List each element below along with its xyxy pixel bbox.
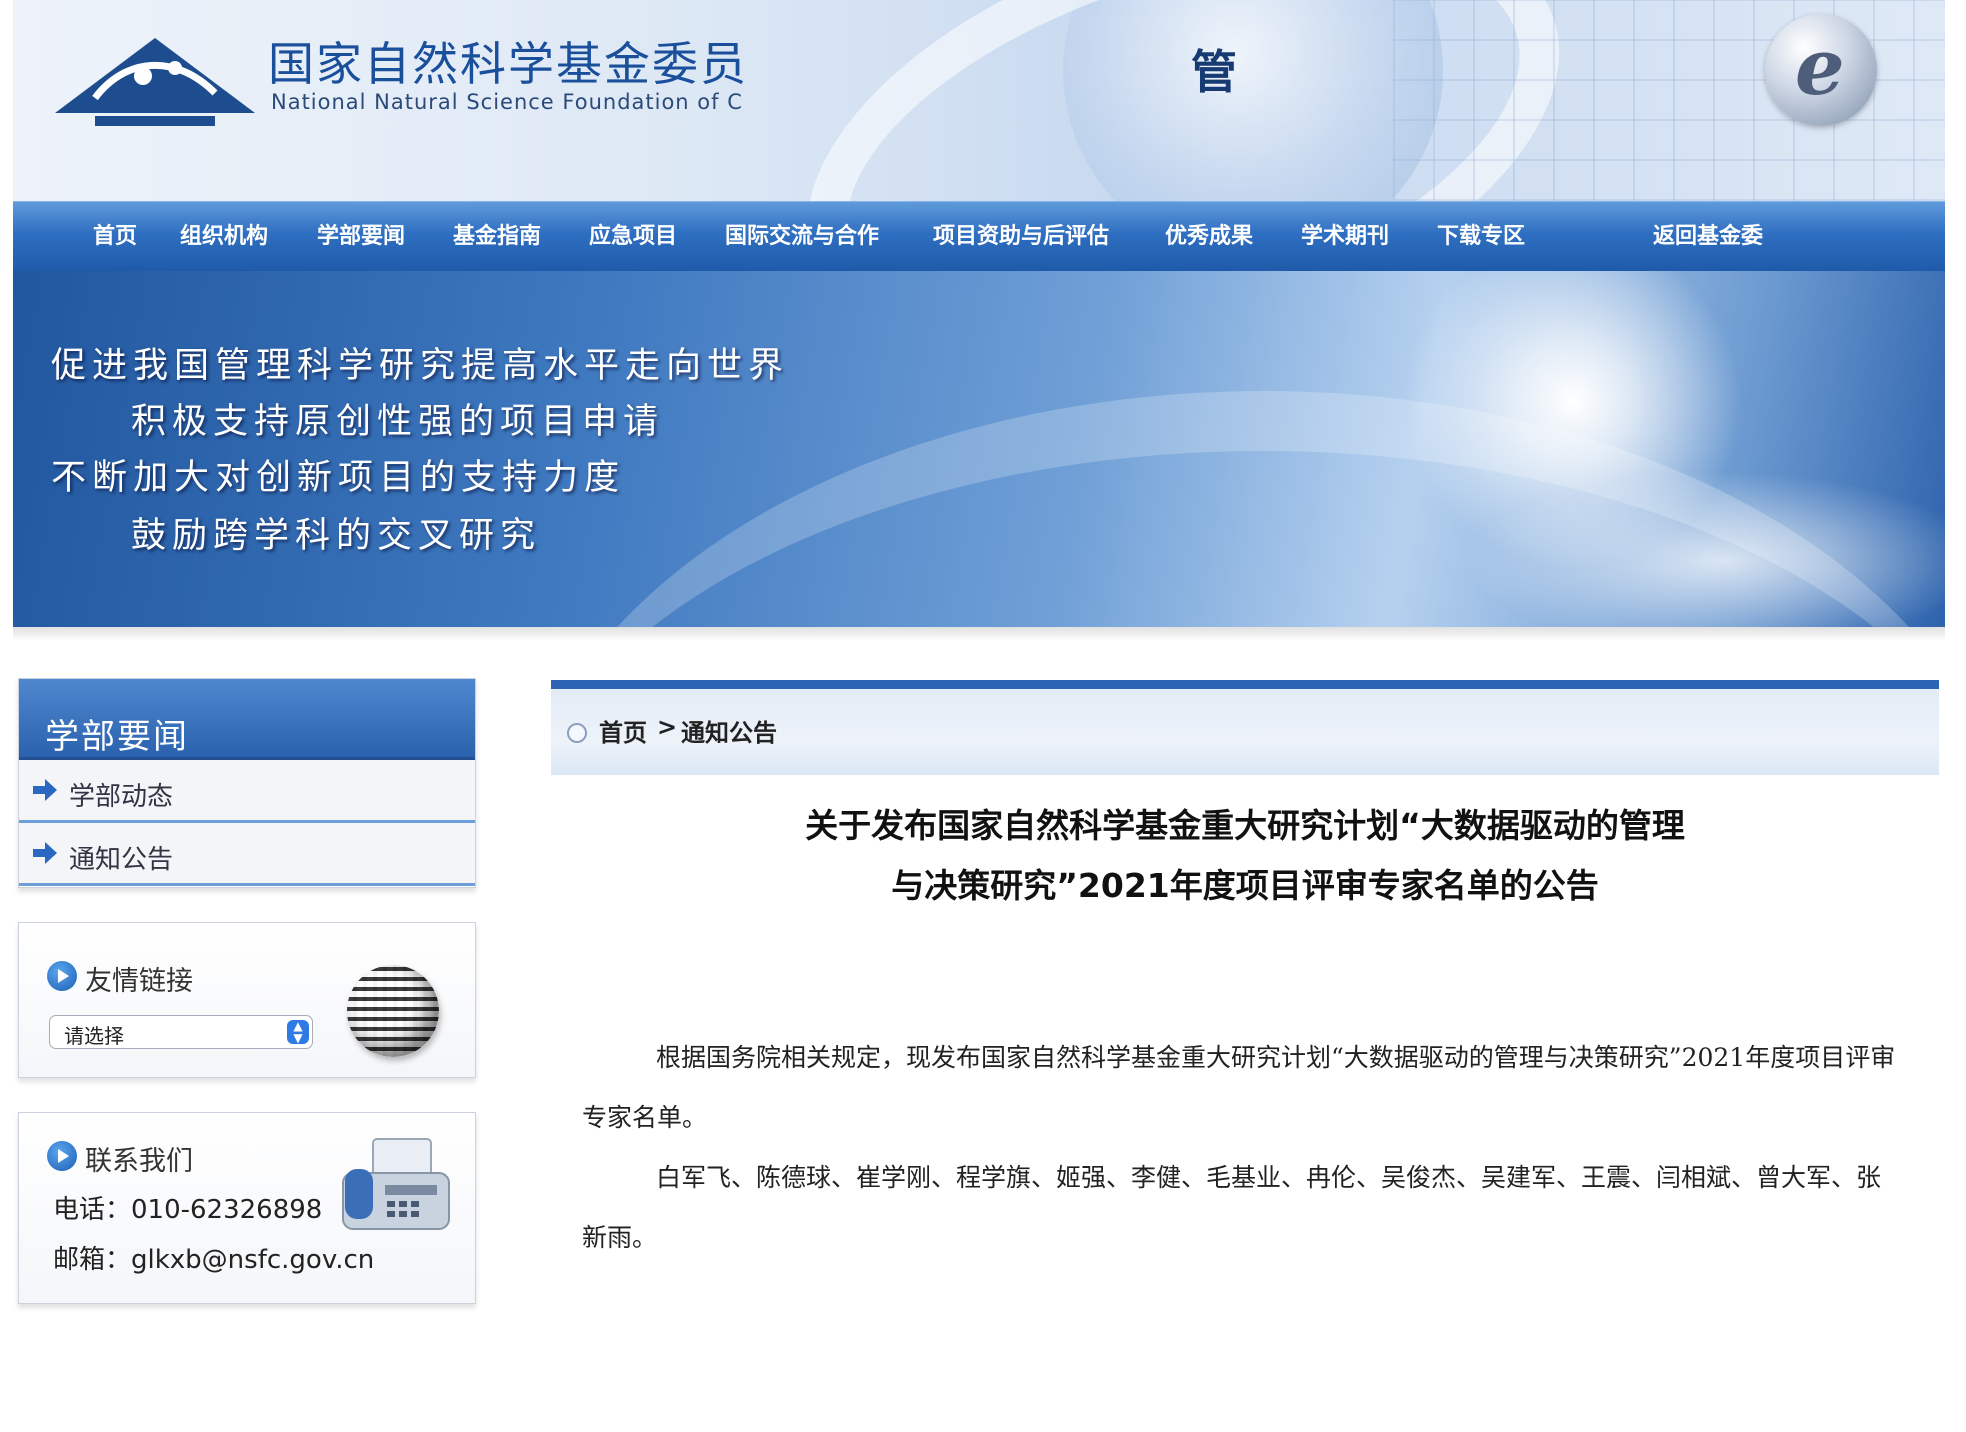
nav-item-downloads[interactable]: 下载专区	[1437, 202, 1525, 272]
contact-title: 联系我们	[85, 1146, 193, 1177]
breadcrumb: 首页 > 通知公告	[551, 680, 1939, 775]
banner-slogan-4: 鼓励跨学科的交叉研究	[131, 516, 542, 556]
fax-machine-icon	[342, 1138, 450, 1230]
article-paragraph-2: 白军飞、陈德球、崔学刚、程学旗、姬强、李健、毛基业、冉伦、吴俊杰、吴建军、王震、…	[582, 1163, 1882, 1252]
nav-item-fund-guide[interactable]: 基金指南	[453, 202, 541, 272]
friend-links-select[interactable]: 请选择 ▲ ▼	[49, 1015, 313, 1049]
sidebar-link-notices[interactable]: 通知公告	[19, 823, 475, 886]
sidebar-news-header: 学部要闻	[19, 679, 475, 760]
nav-item-international[interactable]: 国际交流与合作	[725, 202, 879, 272]
header-partial-character: 管	[1191, 45, 1237, 99]
sidebar-link-department-updates[interactable]: 学部动态	[19, 760, 475, 823]
select-stepper-icon: ▲ ▼	[287, 1020, 309, 1044]
main-nav: 首页 组织机构 学部要闻 基金指南 应急项目 国际交流与合作 项目资助与后评估 …	[13, 201, 1945, 272]
arrow-right-icon	[33, 842, 57, 864]
globe-mosaic-icon	[347, 965, 439, 1057]
hero-banner: 促进我国管理科学研究提高水平走向世界 积极支持原创性强的项目申请 不断加大对创新…	[13, 271, 1945, 627]
play-circle-icon	[47, 961, 77, 991]
nav-item-achievements[interactable]: 优秀成果	[1165, 202, 1253, 272]
nsfc-logo-icon[interactable]	[55, 38, 255, 128]
nav-item-department-news[interactable]: 学部要闻	[317, 202, 405, 272]
sidebar-link-label: 学部动态	[69, 782, 174, 812]
nav-item-journals[interactable]: 学术期刊	[1301, 202, 1389, 272]
site-title-english: National Natural Science Foundation of C	[271, 90, 743, 114]
sidebar-friend-links-box: 友情链接 请选择 ▲ ▼	[18, 922, 476, 1078]
article-title: 关于发布国家自然科学基金重大研究计划“大数据驱动的管理与决策研究”2021年度项…	[805, 806, 1685, 905]
breadcrumb-home[interactable]: 首页	[599, 713, 647, 748]
e-logo-letter: e	[1795, 22, 1845, 113]
sidebar-news-box: 学部要闻 学部动态 通知公告	[18, 678, 476, 888]
breadcrumb-separator: >	[657, 713, 678, 741]
site-title-chinese: 国家自然科学基金委员	[268, 37, 748, 91]
sidebar-contact-box: 联系我们 电话：010-62326898 邮箱：glkxb@nsfc.gov.c…	[18, 1112, 476, 1304]
nav-item-emergency-projects[interactable]: 应急项目	[589, 202, 677, 272]
contact-email: 邮箱：glkxb@nsfc.gov.cn	[53, 1245, 375, 1275]
friend-links-title: 友情链接	[85, 966, 193, 997]
breadcrumb-circle-icon	[567, 723, 587, 743]
friend-links-select-value: 请选择	[64, 1024, 124, 1048]
article-paragraph-1: 根据国务院相关规定，现发布国家自然科学基金重大研究计划“大数据驱动的管理与决策研…	[582, 1043, 1896, 1132]
nav-item-organization[interactable]: 组织机构	[180, 202, 268, 272]
breadcrumb-current[interactable]: 通知公告	[681, 713, 777, 748]
banner-slogan-3: 不断加大对创新项目的支持力度	[51, 458, 626, 498]
sidebar-link-label: 通知公告	[69, 845, 174, 875]
page: 国家自然科学基金委员 National Natural Science Foun…	[0, 0, 1966, 1432]
banner-slogan-1: 促进我国管理科学研究提高水平走向世界	[51, 346, 790, 386]
nav-item-return-nsfc[interactable]: 返回基金委	[1653, 202, 1763, 272]
banner-shadow	[13, 627, 1945, 641]
e-logo-icon[interactable]: e	[1765, 14, 1877, 126]
nav-item-funding-evaluation[interactable]: 项目资助与后评估	[933, 202, 1109, 272]
site-header: 国家自然科学基金委员 National Natural Science Foun…	[13, 0, 1945, 201]
sidebar-news-title: 学部要闻	[45, 717, 189, 757]
banner-slogan-2: 积极支持原创性强的项目申请	[131, 402, 665, 442]
contact-phone: 电话：010-62326898	[53, 1195, 323, 1225]
arrow-right-icon	[33, 779, 57, 801]
nav-item-home[interactable]: 首页	[93, 202, 137, 272]
play-circle-icon	[47, 1141, 77, 1171]
